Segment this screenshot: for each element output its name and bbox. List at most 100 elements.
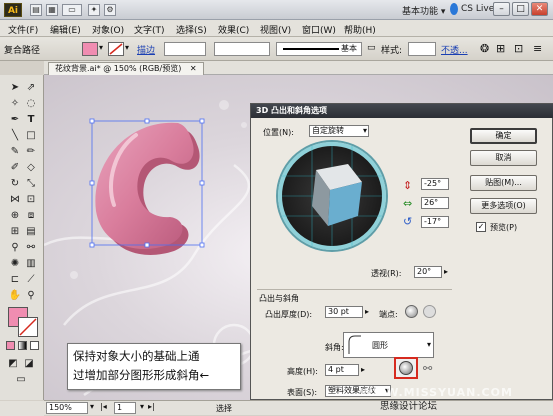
style-dropdown[interactable] [408,42,436,56]
artboard-tool-icon[interactable]: ⊏ [8,273,22,287]
close-button[interactable]: ✕ [531,2,548,16]
zoom-field[interactable]: 150% [46,402,88,414]
width-tool-icon[interactable]: ⋈ [8,193,22,207]
bridge-icon[interactable]: ▤ [30,4,42,16]
next-artboard-icon[interactable]: ▸| [148,402,155,411]
lasso-tool-icon[interactable]: ◌ [24,97,38,111]
free-transform-tool-icon[interactable]: ⊡ [24,193,38,207]
zoom-tool-icon[interactable]: ⚲ [24,289,38,303]
workspace-switcher[interactable]: 基本功能 ▾ [402,4,445,17]
cslive-button[interactable]: CS Live [461,4,494,14]
selection-tool-icon[interactable]: ➤ [8,81,22,95]
blob-brush-tool-icon[interactable]: ✐ [8,161,22,175]
extrude-depth-slider-icon[interactable]: ▸ [365,307,369,316]
panel-menu-icon[interactable]: ≡ [533,42,542,55]
direct-selection-tool-icon[interactable]: ⇗ [24,81,38,95]
menu-file[interactable]: 文件(F) [8,23,38,36]
bevel-extent-out-icon[interactable]: ⚯ [423,362,432,375]
bevel-dropdown-icon: ▾ [426,340,431,349]
more-options-button[interactable]: 更多选项(O) [470,198,537,214]
menu-effect[interactable]: 效果(C) [218,23,249,36]
scale-tool-icon[interactable]: ⤡ [24,177,38,191]
document-tab[interactable]: 花纹背景.ai* @ 150% (RGB/预览) ✕ [48,62,204,75]
menu-help[interactable]: 帮助(H) [344,23,376,36]
mesh-tool-icon[interactable]: ⊞ [8,225,22,239]
variable-width-dropdown[interactable] [214,42,270,56]
menu-object[interactable]: 对象(O) [92,23,124,36]
extrude-depth-field[interactable]: 30 pt [325,306,363,318]
zoom-dropdown-icon[interactable]: ▾ [90,402,94,411]
first-artboard-icon[interactable]: |◂ [100,402,107,411]
slice-tool-icon[interactable]: ⟋ [24,273,38,287]
arrange-documents-icon[interactable]: ▦ [46,4,58,16]
screen-mode-icon[interactable]: ▭ [62,4,82,16]
fill-dropdown-icon[interactable]: ▾ [99,43,103,52]
gradient-mode-icon[interactable] [18,341,27,350]
pen-tool-icon[interactable]: ✒ [8,113,22,127]
stroke-color-box[interactable] [18,317,38,337]
position-dropdown[interactable]: 自定旋转 [309,125,369,137]
menu-select[interactable]: 选择(S) [176,23,207,36]
stroke-link[interactable]: 描边 [137,43,155,56]
map-art-button[interactable]: 贴图(M)... [470,175,537,191]
cancel-button[interactable]: 取消 [470,150,537,166]
bevel-dropdown[interactable]: 圆形 ▾ [343,332,434,358]
eyedropper-tool-icon[interactable]: ⚲ [8,241,22,255]
minimize-button[interactable]: – [493,2,510,16]
star-icon[interactable]: ✦ [88,4,100,16]
fill-swatch[interactable] [82,42,98,56]
menu-type[interactable]: 文字(T) [134,23,165,36]
cap-on-icon[interactable] [405,305,418,318]
ok-button[interactable]: 确定 [470,128,537,144]
close-tab-icon[interactable]: ✕ [190,64,197,73]
gear-icon[interactable]: ⚙ [104,4,116,16]
cap-off-icon[interactable] [423,305,436,318]
none-mode-icon[interactable] [30,341,39,350]
shape-builder-tool-icon[interactable]: ⊕ [8,209,22,223]
menu-window[interactable]: 窗口(W) [302,23,336,36]
artboard-dropdown-icon[interactable]: ▾ [140,402,144,411]
brush-definition-dropdown[interactable]: 基本 [276,42,362,56]
align-icon[interactable]: ⊞ [496,42,505,55]
pink-3d-shape[interactable] [95,122,200,255]
perspective-grid-tool-icon[interactable]: ⧈ [24,209,38,223]
eraser-tool-icon[interactable]: ◇ [24,161,38,175]
line-tool-icon[interactable]: ╲ [8,129,22,143]
color-mode-icon[interactable] [6,341,15,350]
rotation-trackball[interactable] [278,142,386,250]
cslive-icon [450,3,458,15]
stroke-swatch[interactable] [108,42,124,56]
recolor-icon[interactable]: ❂ [480,42,489,55]
hand-tool-icon[interactable]: ✋ [8,289,22,303]
perspective-field[interactable]: 20° [414,266,442,278]
preview-checkbox[interactable]: ✓ [476,222,486,232]
column-graph-tool-icon[interactable]: ▥ [24,257,38,271]
gradient-tool-icon[interactable]: ▤ [24,225,38,239]
stroke-dropdown-icon[interactable]: ▾ [125,43,129,52]
blend-tool-icon[interactable]: ⚯ [24,241,38,255]
symbol-sprayer-tool-icon[interactable]: ✺ [8,257,22,271]
artboard-field[interactable]: 1 [114,402,136,414]
magic-wand-tool-icon[interactable]: ✧ [8,97,22,111]
menu-view[interactable]: 视图(V) [260,23,291,36]
rotation-y-field[interactable]: 26° [421,197,449,209]
height-slider-icon[interactable]: ▸ [361,365,365,374]
rectangle-tool-icon[interactable]: □ [24,129,38,143]
rotation-z-field[interactable]: -17° [421,216,449,228]
restore-button[interactable]: □ [512,2,529,16]
draw-normal-icon[interactable]: ◩ [6,357,20,371]
rotate-tool-icon[interactable]: ↻ [8,177,22,191]
pencil-tool-icon[interactable]: ✏ [24,145,38,159]
screen-mode-tool-icon[interactable]: ▭ [14,373,28,387]
paintbrush-tool-icon[interactable]: ✎ [8,145,22,159]
rotation-x-field[interactable]: -25° [421,178,449,190]
perspective-slider-icon[interactable]: ▸ [444,267,448,276]
draw-behind-icon[interactable]: ◪ [22,357,36,371]
height-field[interactable]: 4 pt [325,364,359,376]
transform-icon[interactable]: ⊡ [514,42,523,55]
stroke-weight-field[interactable] [164,42,206,56]
opacity-link[interactable]: 不透... [441,43,468,56]
menu-edit[interactable]: 编辑(E) [50,23,81,36]
bevel-extent-in-button[interactable] [394,357,418,379]
type-tool-icon[interactable]: T [24,113,38,127]
